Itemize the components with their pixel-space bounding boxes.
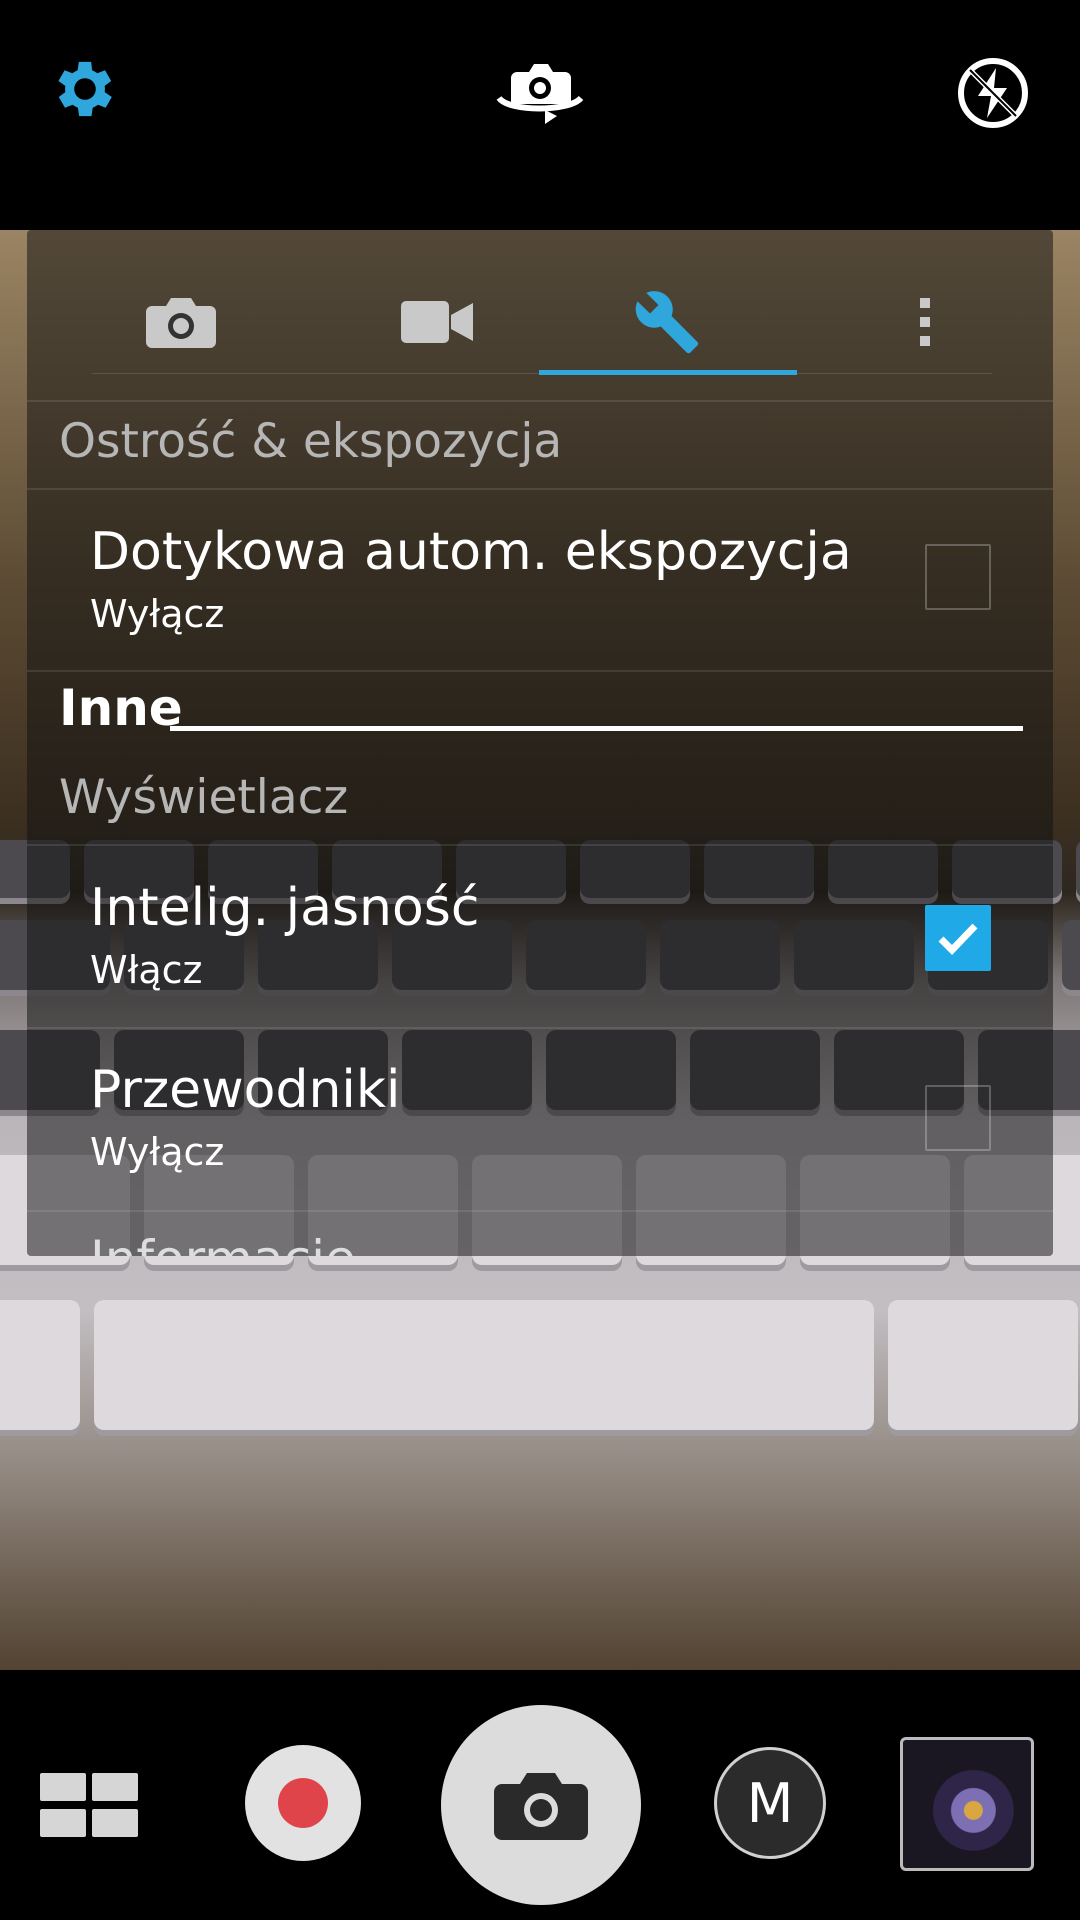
- camera-icon: [146, 298, 216, 348]
- divider: [27, 1027, 1053, 1029]
- camera-settings-panel: Ostrość & ekspozycja Dotykowa autom. eks…: [27, 230, 1053, 1256]
- tab-active-indicator: [539, 370, 797, 375]
- divider: [27, 488, 1053, 490]
- flash-off-icon: [958, 58, 1028, 128]
- checkmark-icon: [938, 923, 978, 956]
- setting-title: Intelig. jasność: [90, 878, 480, 938]
- record-button[interactable]: [245, 1745, 361, 1861]
- settings-tabs: [27, 230, 1053, 400]
- switch-camera-button[interactable]: [495, 58, 585, 128]
- setting-subtitle: Włącz: [90, 948, 203, 992]
- setting-subtitle: Wyłącz: [90, 592, 225, 636]
- tab-video[interactable]: [377, 262, 497, 382]
- truncated-section-title: Informacje: [90, 1230, 356, 1256]
- grid-layout-icon[interactable]: [40, 1773, 138, 1837]
- divider: [27, 670, 1053, 672]
- touch-auto-exposure-checkbox[interactable]: [925, 544, 991, 610]
- section-title-display: Wyświetlacz: [59, 770, 349, 825]
- group-title-underline: [170, 726, 1023, 731]
- divider: [27, 1210, 1053, 1212]
- smart-brightness-checkbox[interactable]: [925, 905, 991, 971]
- top-bar: [0, 0, 1080, 230]
- tab-photo[interactable]: [121, 262, 241, 382]
- setting-title: Przewodniki: [90, 1060, 401, 1120]
- video-camera-icon: [401, 301, 473, 343]
- manual-mode-button[interactable]: M: [714, 1747, 826, 1859]
- wrench-icon: [635, 291, 699, 354]
- gallery-thumbnail[interactable]: [900, 1737, 1034, 1871]
- tab-more[interactable]: [865, 262, 985, 382]
- camera-switch-icon: [496, 64, 584, 124]
- gear-icon: [58, 61, 112, 117]
- setting-title: Dotykowa autom. ekspozycja: [90, 522, 852, 582]
- camera-icon: [494, 1773, 588, 1840]
- shutter-button[interactable]: [441, 1705, 641, 1905]
- keyboard-row: [0, 1300, 1078, 1430]
- settings-gear-icon[interactable]: [48, 52, 122, 126]
- more-vertical-icon: [920, 298, 930, 346]
- divider: [27, 844, 1053, 846]
- section-title-focus-exposure: Ostrość & ekspozycja: [59, 414, 563, 469]
- setting-subtitle: Wyłącz: [90, 1130, 225, 1174]
- group-title-other: Inne: [59, 679, 183, 737]
- guides-checkbox[interactable]: [925, 1085, 991, 1151]
- divider: [27, 400, 1053, 402]
- flash-toggle-button[interactable]: [956, 56, 1030, 130]
- tab-settings[interactable]: [607, 262, 727, 382]
- record-icon: [278, 1778, 328, 1828]
